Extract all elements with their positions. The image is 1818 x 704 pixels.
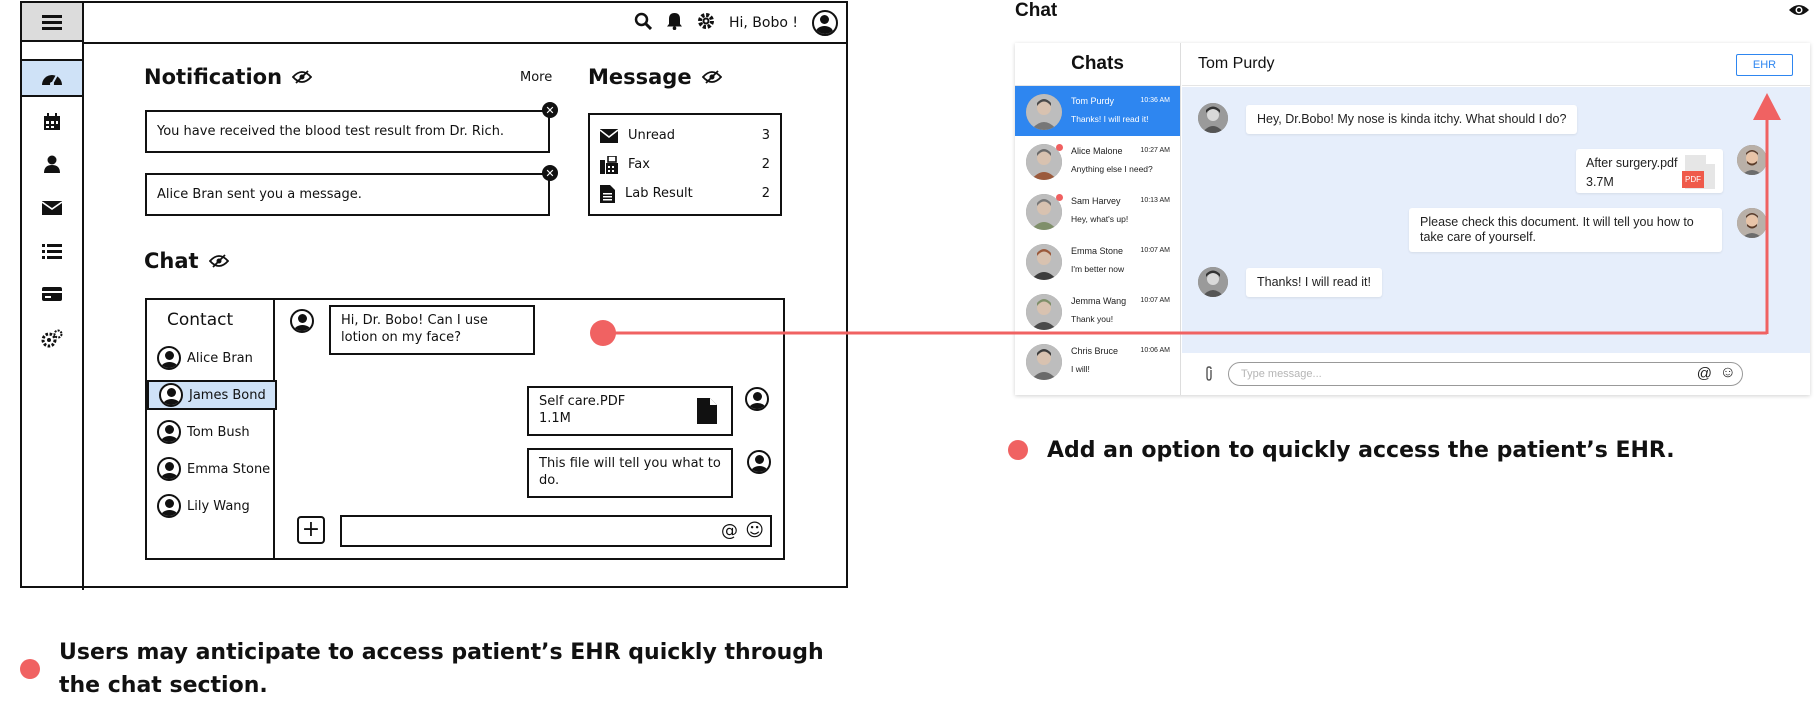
annotation-connector [590,93,1781,346]
connector-origin-dot [590,320,616,346]
caption-bullet [20,659,40,679]
arrow-head-icon [1753,93,1781,120]
caption-left: Users may anticipate to access patient’s… [59,640,824,698]
caption-bullet [1008,440,1028,460]
caption-right: Add an option to quickly access the pati… [1047,438,1675,463]
